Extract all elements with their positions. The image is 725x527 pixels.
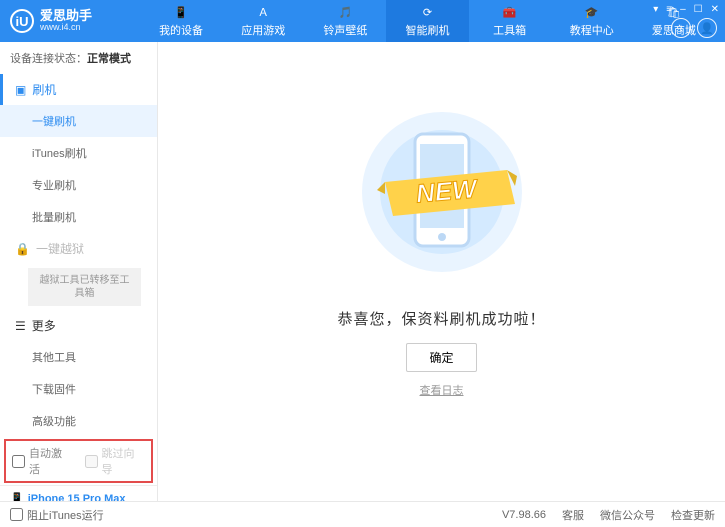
- flash-icon: ▣: [15, 83, 26, 97]
- nav-device[interactable]: 📱 我的设备: [140, 0, 222, 42]
- footer-link-update[interactable]: 检查更新: [671, 507, 715, 523]
- jailbreak-note: 越狱工具已转移至工具箱: [28, 268, 141, 306]
- conn-value: 正常模式: [87, 53, 131, 65]
- sidebar: 设备连接状态：正常模式 ▣ 刷机 一键刷机iTunes刷机专业刷机批量刷机 🔒 …: [0, 42, 158, 501]
- app-icon: Ａ: [255, 4, 271, 20]
- block-itunes-checkbox[interactable]: 阻止iTunes运行: [10, 507, 104, 523]
- user-icon[interactable]: 👤: [697, 18, 717, 38]
- close-icon[interactable]: ✕: [711, 4, 719, 15]
- footer-link-support[interactable]: 客服: [562, 507, 584, 523]
- block-itunes-label: 阻止iTunes运行: [27, 507, 104, 523]
- phone-icon: 📱: [10, 492, 24, 501]
- connection-status: 设备连接状态：正常模式: [0, 42, 157, 74]
- skip-guide-checkbox[interactable]: 跳过向导: [85, 445, 146, 477]
- section-flash-label: 刷机: [32, 81, 56, 98]
- lock-icon: 🔒: [15, 242, 30, 256]
- nav-label: 我的设备: [159, 22, 203, 38]
- window-controls: ▾ ≡ – ☐ ✕: [653, 4, 719, 15]
- edu-icon: 🎓: [584, 4, 600, 20]
- nav-label: 铃声壁纸: [323, 22, 367, 38]
- menu-icon[interactable]: ≡: [666, 4, 672, 15]
- device-name-row: 📱 iPhone 15 Pro Max: [10, 492, 147, 501]
- download-icon[interactable]: ↓: [671, 18, 691, 38]
- nav-label: 智能刷机: [405, 22, 449, 38]
- nav-tool[interactable]: 🧰 工具箱: [469, 0, 551, 42]
- top-nav: 📱我的设备Ａ应用游戏🎵铃声壁纸⟳智能刷机🧰工具箱🎓教程中心🛍爱思商城: [140, 0, 715, 42]
- nav-edu[interactable]: 🎓 教程中心: [551, 0, 633, 42]
- app-name: 爱思助手: [40, 9, 92, 23]
- nav-app[interactable]: Ａ 应用游戏: [222, 0, 304, 42]
- ok-button[interactable]: 确定: [406, 343, 476, 372]
- nav-flash[interactable]: ⟳ 智能刷机: [386, 0, 468, 42]
- sidebar-item[interactable]: 其他工具: [0, 341, 157, 373]
- logo-icon: iU: [10, 9, 34, 33]
- version-label: V7.98.66: [502, 509, 546, 521]
- sidebar-item[interactable]: 一键刷机: [0, 105, 157, 137]
- auto-activate-checkbox[interactable]: 自动激活: [12, 445, 73, 477]
- section-more[interactable]: ☰ 更多: [0, 310, 157, 341]
- sidebar-item[interactable]: 批量刷机: [0, 201, 157, 233]
- section-jailbreak-label: 一键越狱: [36, 240, 84, 257]
- sidebar-item[interactable]: 下载固件: [0, 373, 157, 405]
- section-flash[interactable]: ▣ 刷机: [0, 74, 157, 105]
- flash-icon: ⟳: [419, 4, 435, 20]
- pin-icon[interactable]: ▾: [653, 4, 658, 15]
- ring-icon: 🎵: [337, 4, 353, 20]
- nav-label: 工具箱: [493, 22, 526, 38]
- footer-link-wechat[interactable]: 微信公众号: [600, 507, 655, 523]
- sidebar-item[interactable]: iTunes刷机: [0, 137, 157, 169]
- section-more-label: 更多: [32, 317, 56, 334]
- more-icon: ☰: [15, 319, 26, 333]
- conn-label: 设备连接状态：: [10, 53, 87, 65]
- sidebar-item[interactable]: 专业刷机: [0, 169, 157, 201]
- device-info: 📱 iPhone 15 Pro Max 512GB iPhone: [0, 485, 157, 501]
- view-log-link[interactable]: 查看日志: [420, 382, 464, 398]
- skip-guide-label: 跳过向导: [102, 445, 146, 477]
- footer-bar: 阻止iTunes运行 V7.98.66 客服 微信公众号 检查更新: [0, 501, 725, 527]
- success-message: 恭喜您，保资料刷机成功啦！: [337, 308, 545, 329]
- success-illustration: NEW: [357, 92, 527, 292]
- app-url: www.i4.cn: [40, 23, 92, 33]
- sidebar-item[interactable]: 高级功能: [0, 405, 157, 437]
- nav-label: 教程中心: [570, 22, 614, 38]
- user-controls: ↓ 👤: [671, 18, 717, 38]
- auto-activate-label: 自动激活: [29, 445, 73, 477]
- maximize-icon[interactable]: ☐: [694, 4, 703, 15]
- device-name: iPhone 15 Pro Max: [28, 493, 126, 502]
- option-checks: 自动激活 跳过向导: [4, 439, 153, 483]
- main-content: NEW 恭喜您，保资料刷机成功啦！ 确定 查看日志: [158, 42, 725, 501]
- device-icon: 📱: [173, 4, 189, 20]
- tool-icon: 🧰: [502, 4, 518, 20]
- app-logo: iU 爱思助手 www.i4.cn: [10, 9, 140, 33]
- banner-text: NEW: [414, 173, 479, 208]
- minimize-icon[interactable]: –: [680, 4, 686, 15]
- nav-label: 应用游戏: [241, 22, 285, 38]
- section-jailbreak: 🔒 一键越狱: [0, 233, 157, 264]
- header-bar: iU 爱思助手 www.i4.cn 📱 我的设备 Ａ 应用游戏 🎵 铃声壁纸 ⟳ 智能刷机 🧰 工…: [0, 0, 725, 42]
- nav-ring[interactable]: 🎵 铃声壁纸: [304, 0, 386, 42]
